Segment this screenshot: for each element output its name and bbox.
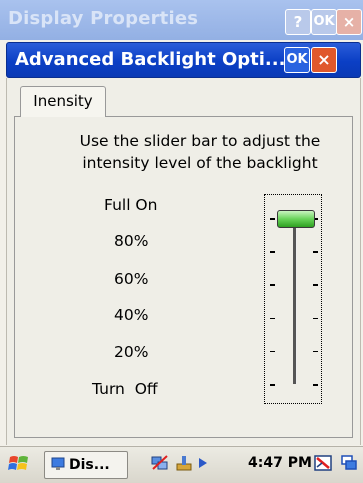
slider-tick [313, 384, 318, 386]
slider-thumb[interactable] [277, 210, 315, 228]
dialog-titlebar: Advanced Backlight Opti... OK × [6, 42, 361, 78]
usb-connection-icon[interactable] [174, 453, 194, 473]
slider-tick [270, 317, 275, 320]
windows-start-icon[interactable] [8, 453, 30, 475]
level-label-80: 80% [114, 232, 149, 250]
instructions-text: Use the slider bar to adjust the intensi… [60, 130, 340, 174]
windows-icon[interactable] [339, 453, 359, 473]
slider-tick [270, 284, 275, 286]
slider-tick [270, 218, 275, 220]
arrow-icon[interactable] [196, 453, 210, 473]
dialog-title: Advanced Backlight Opti... [15, 49, 286, 70]
dialog-close-button[interactable]: × [311, 47, 337, 73]
outer-window-titlebar: Display Properties ? OK × [0, 0, 363, 40]
keyboard-icon[interactable] [313, 453, 333, 473]
level-label-60: 60% [114, 270, 149, 288]
slider-tick [270, 251, 275, 253]
slider-tick [313, 251, 318, 253]
screen: Display Properties ? OK × Advanced Backl… [0, 0, 363, 483]
outer-window-title: Display Properties [8, 8, 199, 29]
dialog-ok-button[interactable]: OK [284, 47, 310, 73]
level-label-turn-off: Turn Off [92, 380, 158, 398]
tab-intensity[interactable]: Inensity [20, 86, 106, 117]
network-icon[interactable] [150, 453, 170, 473]
help-button[interactable]: ? [285, 9, 311, 35]
slider-track[interactable] [293, 218, 297, 384]
outer-ok-button[interactable]: OK [311, 9, 337, 35]
outer-close-button[interactable]: × [336, 9, 362, 35]
slider-tick [313, 317, 318, 320]
display-properties-icon [51, 457, 65, 470]
level-label-full-on: Full On [104, 196, 158, 214]
level-label-40: 40% [114, 306, 149, 324]
taskbar-button-label: Dis... [69, 457, 110, 473]
instructions-line-1: Use the slider bar to adjust the [79, 132, 321, 150]
level-label-20: 20% [114, 343, 149, 361]
slider-tick [270, 384, 275, 386]
taskbar-clock[interactable]: 4:47 PM [248, 455, 312, 471]
instructions-line-2: intensity level of the backlight [82, 154, 318, 172]
slider-tick [270, 350, 275, 353]
taskbar-button-display[interactable]: Dis... [44, 451, 128, 479]
slider-tick [313, 350, 318, 353]
slider-tick [313, 284, 318, 286]
